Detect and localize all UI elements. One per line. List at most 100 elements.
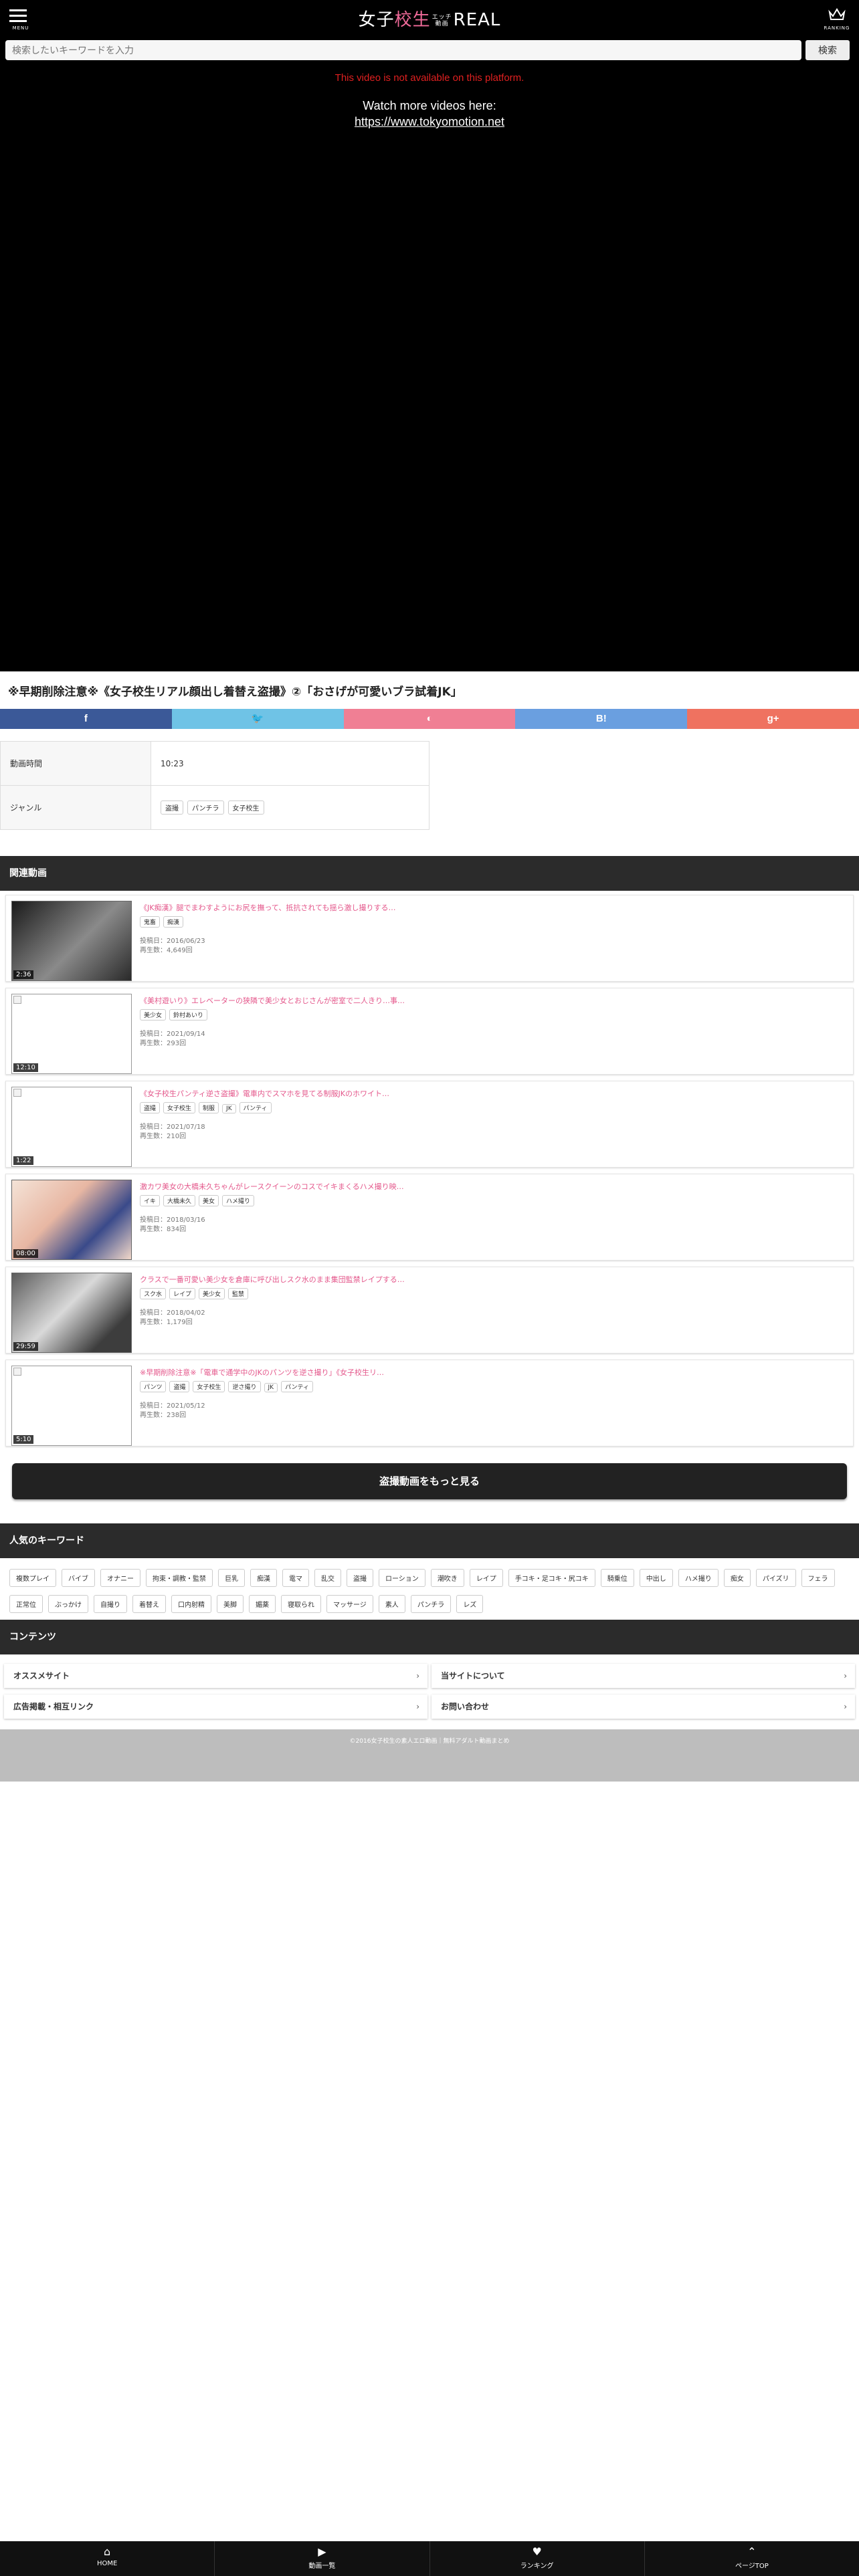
video-tag[interactable]: 大橋未久 xyxy=(163,1195,196,1206)
video-tag[interactable]: レイプ xyxy=(169,1288,196,1299)
keyword-tag[interactable]: 正常位 xyxy=(9,1595,43,1613)
video-thumbnail[interactable]: 12:10 xyxy=(11,994,132,1074)
crown-icon xyxy=(828,8,846,20)
nav-page-top[interactable]: ⌃ ページTOP xyxy=(645,2541,859,2576)
video-tag[interactable]: 盗撮 xyxy=(140,1102,161,1113)
video-title-link[interactable]: 激カワ美女の大橋未久ちゃんがレースクイーンのコスでイキまくるハメ撮り映… xyxy=(140,1181,842,1192)
video-title-link[interactable]: クラスで一番可愛い美少女を倉庫に呼び出しスク水のまま集団監禁レイプする… xyxy=(140,1274,842,1285)
keyword-tag[interactable]: 媚薬 xyxy=(249,1595,276,1613)
related-item[interactable]: 1:22 《女子校生パンティ逆さ盗撮》電車内でスマホを見てる制服JKのホワイト… 盗… xyxy=(5,1081,854,1168)
keyword-tag[interactable]: 寝取られ xyxy=(281,1595,321,1613)
video-tag[interactable]: パンティ xyxy=(239,1102,272,1113)
video-title-link[interactable]: 《JK痴漢》腿でまわすようにお尻を撫って、抵抗されても揺ら激し撮りする… xyxy=(140,902,842,913)
keyword-tag[interactable]: 騎乗位 xyxy=(600,1569,634,1587)
keyword-tag[interactable]: 乱交 xyxy=(314,1569,341,1587)
keyword-tag[interactable]: 着替え xyxy=(132,1595,166,1613)
video-tag[interactable]: 盗撮 xyxy=(169,1381,190,1392)
video-tag[interactable]: ハメ撮り xyxy=(222,1195,255,1206)
more-videos-button[interactable]: 盗撮動画をもっと見る xyxy=(12,1463,847,1499)
keyword-tag[interactable]: 盗撮 xyxy=(347,1569,373,1587)
keyword-tag[interactable]: ぶっかけ xyxy=(48,1595,88,1613)
keyword-tag[interactable]: 自撮り xyxy=(94,1595,127,1613)
video-tag[interactable]: JK xyxy=(222,1104,236,1113)
related-item[interactable]: 08:00 激カワ美女の大橋未久ちゃんがレースクイーンのコスでイキまくるハメ撮り映… xyxy=(5,1174,854,1261)
keyword-tag[interactable]: レズ xyxy=(456,1595,484,1613)
video-tag[interactable]: 痴漢 xyxy=(163,916,184,928)
video-tag[interactable]: 制服 xyxy=(199,1102,219,1113)
hatena-share-button[interactable]: B! xyxy=(515,709,688,729)
genre-tag[interactable]: 女子校生 xyxy=(227,800,264,815)
video-tag[interactable]: 美女 xyxy=(199,1195,219,1206)
pocket-share-button[interactable]: ◐ xyxy=(343,709,516,729)
keyword-tag[interactable]: 巨乳 xyxy=(218,1569,245,1587)
google-plus-share-button[interactable]: g+ xyxy=(687,709,859,729)
keyword-tag[interactable]: 口内射精 xyxy=(171,1595,211,1613)
video-thumbnail[interactable]: 29:59 xyxy=(11,1273,132,1353)
keyword-tag[interactable]: レイプ xyxy=(469,1569,503,1587)
video-tag[interactable]: スク水 xyxy=(140,1288,167,1299)
video-tag[interactable]: 監禁 xyxy=(228,1288,249,1299)
keyword-tag[interactable]: 拘束・調教・監禁 xyxy=(146,1569,213,1587)
twitter-share-button[interactable]: 🐦 xyxy=(171,709,344,729)
video-title-link[interactable]: 《女子校生パンティ逆さ盗撮》電車内でスマホを見てる制服JKのホワイト… xyxy=(140,1088,842,1099)
video-duration: 5:10 xyxy=(13,1435,34,1444)
nav-home[interactable]: ⌂ HOME xyxy=(0,2541,215,2576)
video-thumbnail[interactable]: 1:22 xyxy=(11,1087,132,1167)
related-item[interactable]: 5:10 ※早期削除注意※「電車で通学中のJKのパンツを逆さ撮り」《女子校生リ… パ… xyxy=(5,1360,854,1446)
video-tag[interactable]: パンティ xyxy=(281,1381,313,1392)
content-link-recommended[interactable]: オススメサイト › xyxy=(4,1664,427,1688)
related-item[interactable]: 29:59 クラスで一番可愛い美少女を倉庫に呼び出しスク水のまま集団監禁レイプする… xyxy=(5,1267,854,1354)
keyword-tag[interactable]: 手コキ・足コキ・尻コキ xyxy=(508,1569,595,1587)
site-logo[interactable]: 女子校生 エッチ 動画 REAL xyxy=(0,6,859,31)
video-tag[interactable]: 鈴村あいり xyxy=(169,1009,208,1021)
content-link-contact[interactable]: お問い合わせ › xyxy=(432,1695,855,1719)
keyword-tag[interactable]: 潮吹き xyxy=(430,1569,464,1587)
view-count: 再生数：4,649回 xyxy=(140,947,193,954)
video-thumbnail[interactable]: 5:10 xyxy=(11,1366,132,1446)
video-tag[interactable]: JK xyxy=(264,1383,278,1392)
keyword-tag[interactable]: フェラ xyxy=(801,1569,835,1587)
video-tag[interactable]: イキ xyxy=(140,1195,161,1206)
chevron-right-icon: › xyxy=(416,1702,419,1711)
genre-tag[interactable]: 盗撮 xyxy=(161,800,183,815)
keyword-tag[interactable]: バイブ xyxy=(62,1569,95,1587)
video-tag[interactable]: 逆さ撮り xyxy=(228,1381,261,1392)
video-title-link[interactable]: ※早期削除注意※「電車で通学中のJKのパンツを逆さ撮り」《女子校生リ… xyxy=(140,1367,842,1378)
nav-video-list[interactable]: ▶ 動画一覧 xyxy=(215,2541,430,2576)
keyword-tag[interactable]: 電マ xyxy=(282,1569,309,1587)
video-tag[interactable]: 女子校生 xyxy=(193,1381,225,1392)
related-item[interactable]: 2:36 《JK痴漢》腿でまわすようにお尻を撫って、抵抗されても揺ら激し撮りする…… xyxy=(5,895,854,982)
video-thumbnail[interactable]: 2:36 xyxy=(11,901,132,981)
ranking-button[interactable]: RANKING xyxy=(823,5,851,31)
video-tag[interactable]: 美少女 xyxy=(199,1288,225,1299)
nav-ranking[interactable]: ♥ ランキング xyxy=(430,2541,645,2576)
keyword-tag[interactable]: 複数プレイ xyxy=(9,1569,56,1587)
watch-more-link[interactable]: https://www.tokyomotion.net xyxy=(355,115,504,128)
video-thumbnail[interactable]: 08:00 xyxy=(11,1180,132,1260)
search-input[interactable] xyxy=(5,40,801,60)
keyword-tag[interactable]: 素人 xyxy=(378,1595,405,1613)
keyword-tag[interactable]: パイズリ xyxy=(755,1569,796,1587)
related-item[interactable]: 12:10 《美村遊いり》エレベーターの狭隣で美少女とおじさんが密室で二人きり…事… xyxy=(5,988,854,1075)
keyword-tag[interactable]: オナニー xyxy=(100,1569,140,1587)
keyword-tag[interactable]: ローション xyxy=(379,1569,425,1587)
keyword-tag[interactable]: パンチラ xyxy=(410,1595,452,1613)
video-title-link[interactable]: 《美村遊いり》エレベーターの狭隣で美少女とおじさんが密室で二人きり…事… xyxy=(140,995,842,1006)
video-player[interactable]: This video is not available on this plat… xyxy=(0,66,859,671)
video-duration: 12:10 xyxy=(13,1063,38,1072)
keyword-tag[interactable]: マッサージ xyxy=(326,1595,373,1613)
video-tag[interactable]: 鬼畜 xyxy=(140,916,161,928)
content-link-about[interactable]: 当サイトについて › xyxy=(432,1664,855,1688)
keyword-tag[interactable]: 痴漢 xyxy=(250,1569,277,1587)
search-button[interactable]: 検索 xyxy=(805,40,850,60)
keyword-tag[interactable]: 中出し xyxy=(639,1569,673,1587)
video-tag[interactable]: パンツ xyxy=(140,1381,167,1392)
facebook-share-button[interactable]: f xyxy=(0,709,172,729)
video-tag[interactable]: 女子校生 xyxy=(163,1102,196,1113)
keyword-tag[interactable]: ハメ撮り xyxy=(678,1569,719,1587)
keyword-tag[interactable]: 美脚 xyxy=(217,1595,244,1613)
genre-tag[interactable]: パンチラ xyxy=(187,800,224,815)
keyword-tag[interactable]: 痴女 xyxy=(723,1569,751,1587)
content-link-ads[interactable]: 広告掲載・相互リンク › xyxy=(4,1695,427,1719)
video-tag[interactable]: 美少女 xyxy=(140,1009,167,1021)
